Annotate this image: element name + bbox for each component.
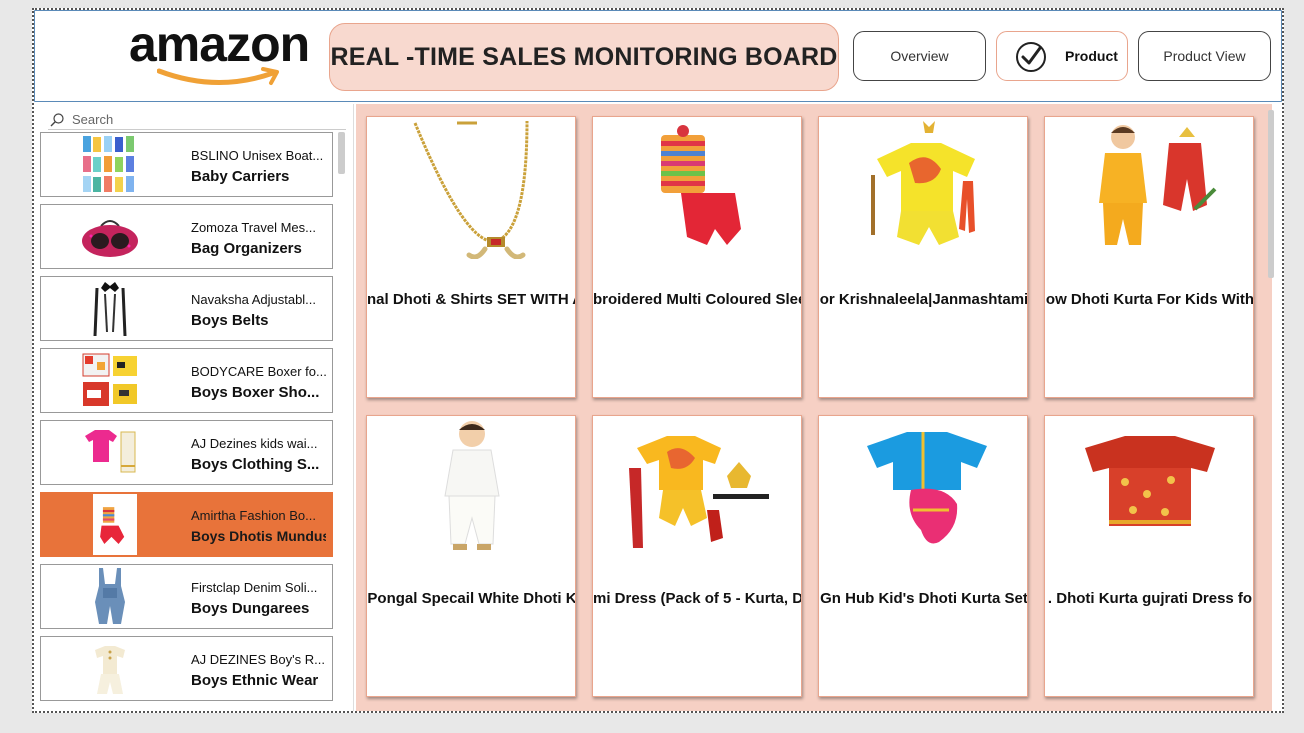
product-card-title: mi Dress (Pack of 5 - Kurta, D <box>593 590 802 607</box>
product-card-title: nal Dhoti & Shirts SET WITH A <box>367 291 576 308</box>
dungarees-thumbnail <box>79 566 141 627</box>
search-icon <box>50 112 64 126</box>
list-item-selected[interactable]: Amirtha Fashion Bo... Boys Dhotis Mundus <box>40 492 333 557</box>
category-name: Boys Dungarees <box>191 600 310 617</box>
logo-text: amazon <box>129 16 310 72</box>
product-card[interactable]: Gn Hub Kid's Dhoti Kurta Set <box>818 415 1028 697</box>
list-item[interactable]: BSLINO Unisex Boat... Baby Carriers <box>40 132 333 197</box>
product-card[interactable]: ow Dhoti Kurta For Kids With <box>1044 116 1254 398</box>
product-name: BODYCARE Boxer fo... <box>191 364 326 379</box>
category-name: Boys Belts <box>191 312 269 329</box>
nav-product-view-label: Product View <box>1163 48 1246 64</box>
product-card[interactable]: mi Dress (Pack of 5 - Kurta, D <box>592 415 802 697</box>
list-item[interactable]: Zomoza Travel Mes... Bag Organizers <box>40 204 333 269</box>
product-card[interactable]: Pongal Specail White Dhoti K <box>366 415 576 697</box>
product-card[interactable]: . Dhoti Kurta gujrati Dress fo <box>1044 415 1254 697</box>
search-placeholder: Search <box>72 112 114 127</box>
list-item[interactable]: Navaksha Adjustabl... Boys Belts <box>40 276 333 341</box>
boxer-shorts-thumbnail <box>79 350 141 411</box>
search-box[interactable]: Search <box>48 110 346 130</box>
product-name: Amirtha Fashion Bo... <box>191 508 316 523</box>
category-name: Boys Clothing S... <box>191 456 320 473</box>
logo-smile-icon <box>157 67 279 86</box>
gold-chain-pendant-image <box>413 120 529 259</box>
amazon-logo: amazon <box>129 16 319 89</box>
bag-thumbnail <box>79 206 141 267</box>
shirt-dhoti-thumbnail <box>79 422 141 483</box>
category-name: Boys Dhotis Mundus <box>191 528 326 544</box>
white-dhoti-kid-image <box>444 421 500 550</box>
header-bar: amazon REAL -TIME SALES MONITORING BOARD… <box>34 10 1282 102</box>
product-name: Firstclap Denim Soli... <box>191 580 318 595</box>
nav-product-button[interactable]: Product <box>996 31 1128 81</box>
product-name: AJ Dezines kids wai... <box>191 436 318 451</box>
socks-thumbnail <box>79 134 141 195</box>
category-name: Baby Carriers <box>191 168 290 185</box>
krishna-dress-image <box>871 121 975 245</box>
product-card-title: Gn Hub Kid's Dhoti Kurta Set <box>820 590 1028 607</box>
category-name: Bag Organizers <box>191 240 302 257</box>
product-name: Navaksha Adjustabl... <box>191 292 317 307</box>
product-card-title: Pongal Specail White Dhoti K <box>367 590 576 607</box>
product-card[interactable]: or Krishnaleela|Janmashtami <box>818 116 1028 398</box>
ethnic-wear-thumbnail <box>79 638 141 699</box>
product-grid-panel: nal Dhoti & Shirts SET WITH A broidered … <box>356 104 1274 711</box>
dhoti-set-thumbnail <box>93 494 137 555</box>
sidebar-scrollbar[interactable] <box>338 132 345 174</box>
product-card-title: or Krishnaleela|Janmashtami <box>819 291 1028 308</box>
multicolour-set-image <box>661 125 741 245</box>
list-item[interactable]: AJ DEZINES Boy's R... Boys Ethnic Wear <box>40 636 333 701</box>
dashboard-board: amazon REAL -TIME SALES MONITORING BOARD… <box>32 8 1284 713</box>
product-name: BSLINO Unisex Boat... <box>191 148 324 163</box>
product-card-title: ow Dhoti Kurta For Kids With <box>1045 291 1254 308</box>
category-name: Boys Boxer Sho... <box>191 384 320 401</box>
product-card-title: . Dhoti Kurta gujrati Dress fo <box>1047 590 1253 607</box>
nav-product-view-button[interactable]: Product View <box>1138 31 1271 81</box>
blue-kurta-dhoti-image <box>867 432 987 544</box>
list-item[interactable]: Firstclap Denim Soli... Boys Dungarees <box>40 564 333 629</box>
list-item[interactable]: AJ Dezines kids wai... Boys Clothing S..… <box>40 420 333 485</box>
board-title-box: REAL -TIME SALES MONITORING BOARD <box>329 23 839 91</box>
gujrati-kurta-image <box>1085 436 1215 526</box>
krishna-costume-pack-image <box>629 436 769 548</box>
grid-scrollbar[interactable] <box>1268 110 1274 278</box>
nav-overview-label: Overview <box>890 48 949 64</box>
product-card[interactable]: broidered Multi Coloured Slee <box>592 116 802 398</box>
dhoti-kurta-kid-image <box>1099 125 1217 245</box>
category-slicer-panel: Search BSLINO Unisex Boat... Baby Carrie… <box>34 104 354 711</box>
checkmark-icon <box>1016 42 1046 72</box>
product-name: Zomoza Travel Mes... <box>191 220 316 235</box>
suspenders-thumbnail <box>79 278 141 339</box>
product-name: AJ DEZINES Boy's R... <box>191 652 325 667</box>
nav-product-label: Product <box>1065 48 1118 64</box>
category-name: Boys Ethnic Wear <box>191 672 319 689</box>
page-title: REAL -TIME SALES MONITORING BOARD <box>330 42 838 71</box>
nav-overview-button[interactable]: Overview <box>853 31 986 81</box>
list-item[interactable]: BODYCARE Boxer fo... Boys Boxer Sho... <box>40 348 333 413</box>
product-card-title: broidered Multi Coloured Slee <box>593 291 802 308</box>
product-card[interactable]: nal Dhoti & Shirts SET WITH A <box>366 116 576 398</box>
